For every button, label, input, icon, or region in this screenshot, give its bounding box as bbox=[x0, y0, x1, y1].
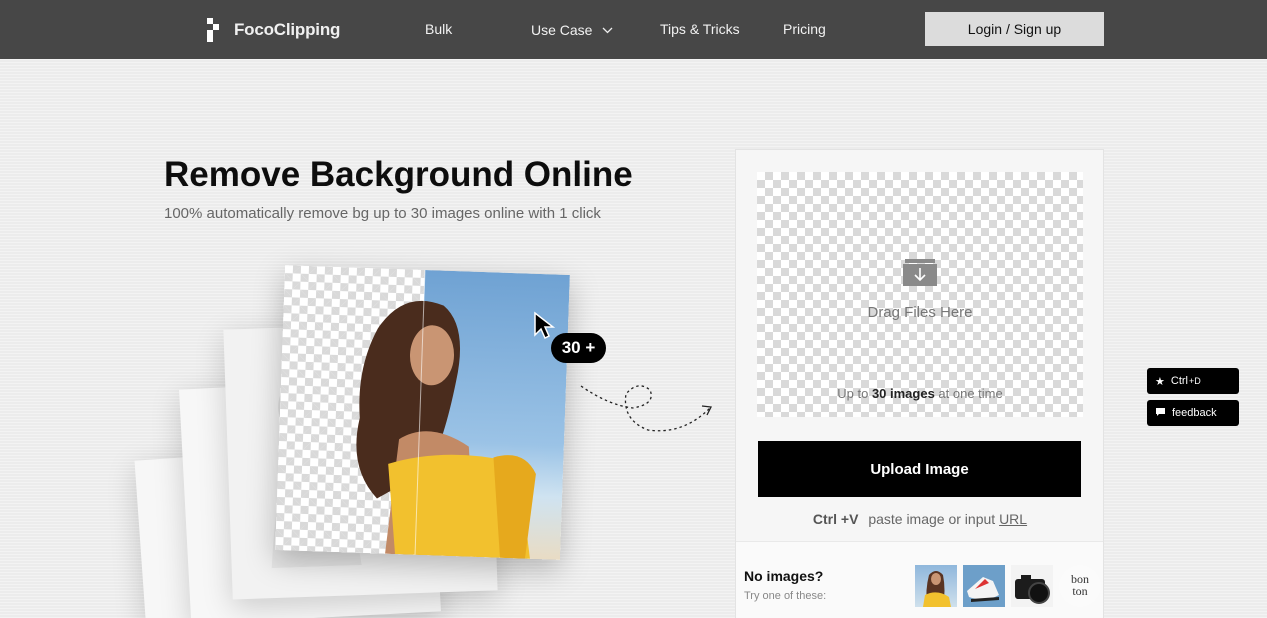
try-samples-hint: Try one of these: bbox=[744, 590, 827, 602]
login-signup-button[interactable]: Login / Sign up bbox=[925, 12, 1104, 46]
bookmark-key: +D bbox=[1188, 376, 1201, 386]
cursor-icon bbox=[534, 311, 556, 340]
dotted-arrow-icon bbox=[580, 385, 712, 432]
sample-thumb-woman[interactable] bbox=[915, 565, 957, 607]
page-title: Remove Background Online bbox=[164, 155, 633, 194]
sample-thumb-camera[interactable] bbox=[1011, 565, 1053, 607]
feedback-label: feedback bbox=[1172, 407, 1217, 419]
bookmark-button[interactable]: ★ Ctrl +D bbox=[1147, 368, 1239, 394]
limit-suffix: at one time bbox=[934, 386, 1003, 401]
logo-text: FocoClipping bbox=[234, 20, 341, 39]
page-subtitle: 100% automatically remove bg up to 30 im… bbox=[164, 205, 601, 222]
image-count-badge: 30 + bbox=[551, 333, 606, 363]
bonton-logo: bon ton bbox=[1059, 573, 1101, 597]
upload-image-button[interactable]: Upload Image bbox=[758, 441, 1081, 497]
top-navbar: FocoClipping Bulk Use Case Tips & Tricks… bbox=[0, 0, 1267, 59]
no-images-heading: No images? bbox=[744, 568, 824, 584]
bookmark-ctrl: Ctrl bbox=[1170, 375, 1188, 387]
upload-limit-note: Up to 30 images at one time bbox=[757, 386, 1083, 401]
feedback-button[interactable]: feedback bbox=[1147, 400, 1239, 426]
nav-pricing[interactable]: Pricing bbox=[783, 21, 826, 37]
nav-tips-tricks[interactable]: Tips & Tricks bbox=[660, 21, 740, 37]
paste-shortcut: Ctrl +V bbox=[812, 511, 859, 527]
camera-icon bbox=[1015, 575, 1050, 604]
limit-bold: 30 images bbox=[871, 386, 935, 401]
chevron-down-icon bbox=[602, 21, 613, 37]
nav-use-case[interactable]: Use Case bbox=[531, 21, 613, 38]
logo-icon bbox=[205, 18, 225, 42]
nav-use-case-label: Use Case bbox=[531, 22, 593, 38]
sample-thumb-sneakers[interactable] bbox=[963, 565, 1005, 607]
sneakers-icon bbox=[967, 577, 999, 602]
drag-files-label: Drag Files Here bbox=[867, 304, 973, 321]
drop-zone[interactable] bbox=[757, 172, 1083, 417]
paste-text: paste image or input bbox=[868, 511, 1000, 527]
url-input-link[interactable]: URL bbox=[999, 511, 1027, 527]
bonton-line-2: ton bbox=[1072, 584, 1088, 598]
nav-bulk[interactable]: Bulk bbox=[425, 21, 452, 37]
before-after-photo bbox=[275, 265, 570, 560]
folder-download-icon bbox=[903, 257, 937, 292]
limit-prefix: Up to bbox=[837, 386, 872, 401]
woman-figure-icon bbox=[356, 269, 536, 559]
chat-bubble-icon bbox=[1155, 407, 1166, 420]
paste-hint: Ctrl +V paste image or input URL bbox=[757, 511, 1083, 527]
star-icon: ★ bbox=[1155, 375, 1165, 388]
sample-thumb-bonton[interactable]: bon ton bbox=[1059, 565, 1101, 607]
woman-thumb-icon bbox=[923, 571, 951, 607]
brand-logo[interactable]: FocoClipping bbox=[205, 18, 340, 42]
